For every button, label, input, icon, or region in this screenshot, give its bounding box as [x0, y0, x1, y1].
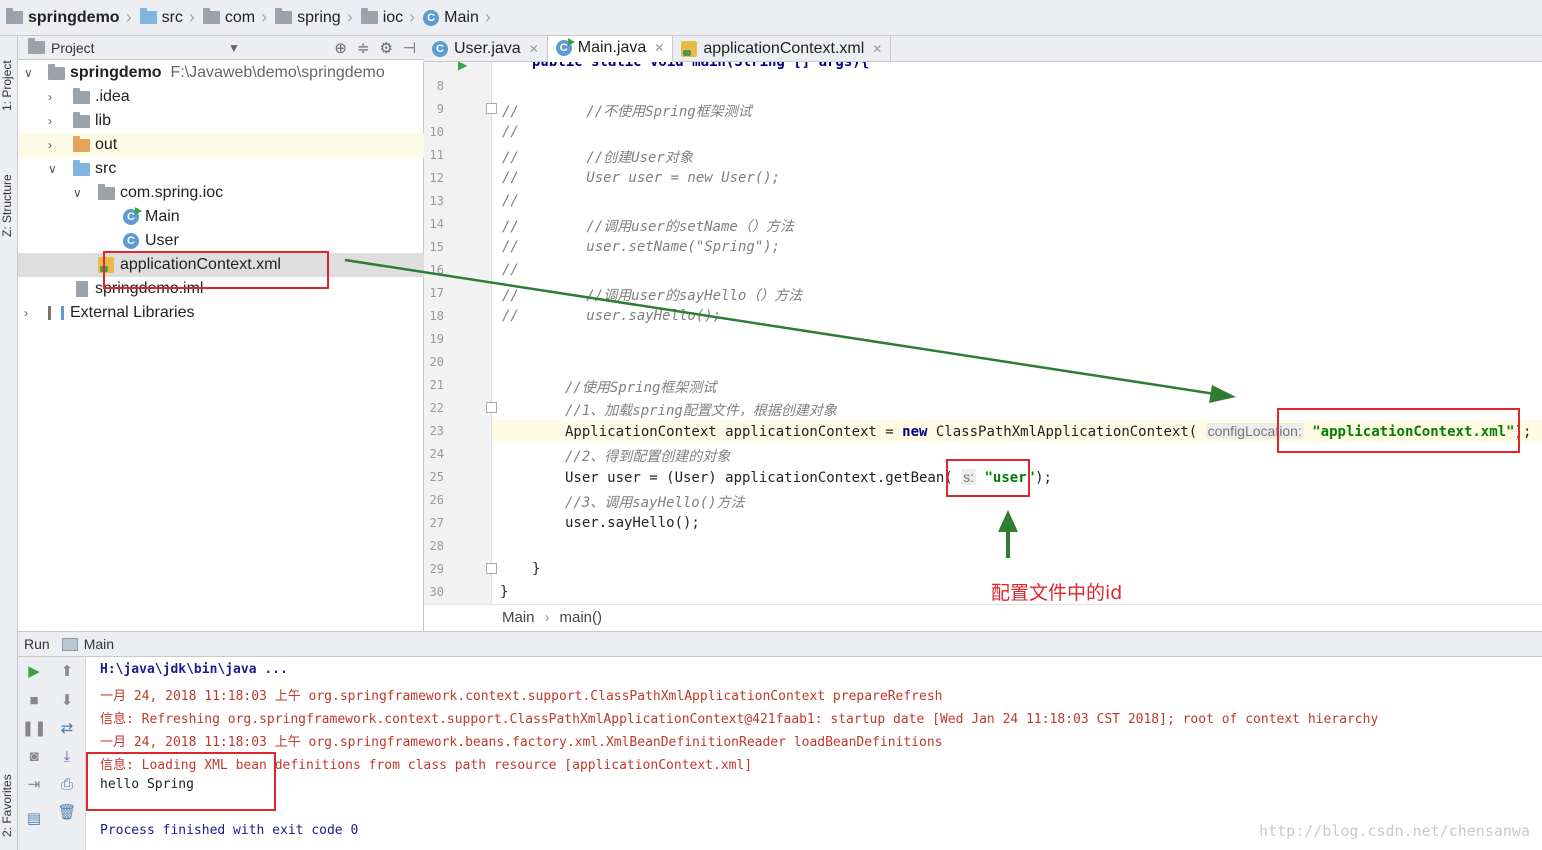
annotation-arrows	[344, 258, 1236, 558]
annotation-arrow-head	[1209, 385, 1236, 403]
annotation-label: 配置文件中的id	[991, 582, 1123, 604]
annotation-arrow-line	[344, 258, 1216, 396]
annotation-arrow-up-head	[998, 510, 1018, 532]
